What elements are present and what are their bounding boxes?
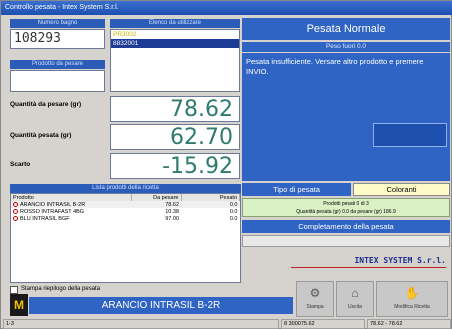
scarto-value: -15.92 bbox=[110, 153, 240, 179]
tipo-pesata-label: Tipo di pesata bbox=[242, 183, 351, 196]
info-line-2: Quantità pesata (gr) 0.0 da pesare (gr) … bbox=[296, 209, 396, 215]
elenco-list[interactable]: PR3002 8832001 bbox=[110, 29, 240, 92]
elenco-item[interactable]: PR3002 bbox=[111, 30, 239, 39]
col-prodotto[interactable]: Prodotto bbox=[11, 194, 132, 201]
col-pesato[interactable]: Pesato bbox=[181, 194, 240, 201]
table-row[interactable]: BLU INTRASIL BGF 97.00 0.0 bbox=[11, 215, 240, 222]
quantita-pesata-label: Quantità pesata (gr) bbox=[10, 132, 72, 139]
row-prodotto: ROSSO INTRAFAST 4BG bbox=[20, 208, 85, 215]
scarto-label: Scarto bbox=[10, 161, 31, 168]
completamento-label: Completamento della pesata bbox=[242, 220, 450, 233]
status-mid: 8 300075.62 bbox=[281, 319, 365, 329]
window-title: Controllo pesata - Intex System S.r.l. bbox=[1, 1, 452, 15]
numero-bagno-label: Numero bagno bbox=[10, 19, 105, 28]
row-prodotto: ARANCIO INTRASIL B-2R bbox=[20, 201, 86, 208]
uscita-button-label: Uscita bbox=[348, 304, 362, 310]
logo-icon: M bbox=[10, 294, 28, 316]
row-da-pesare: 97.00 bbox=[165, 215, 179, 222]
message-text: Pesata insufficiente. Versare altro prod… bbox=[246, 57, 424, 76]
info-panel: Prodotti pesati 0 di 3 Quantità pesata (… bbox=[242, 198, 450, 217]
main-window: Controllo pesata - Intex System S.r.l. N… bbox=[0, 0, 452, 329]
brand-underline bbox=[291, 267, 446, 268]
status-left: 1-3 bbox=[3, 319, 279, 329]
completamento-progress bbox=[242, 235, 450, 247]
lista-prodotti-table[interactable]: Prodotto Da pesare Pesato ARANCIO INTRAS… bbox=[10, 193, 241, 283]
lista-prodotti-title: Lista prodotti della ricetta bbox=[10, 184, 241, 193]
quantita-da-pesare-label: Quantità da pesare (gr) bbox=[10, 101, 82, 108]
table-row[interactable]: ROSSO INTRAFAST 4BG 10.38 0.0 bbox=[11, 208, 240, 215]
row-pesato: 0.0 bbox=[229, 208, 238, 215]
row-pesato: 0.0 bbox=[229, 215, 238, 222]
indicator-box bbox=[373, 123, 447, 147]
prodotto-label: Prodotto da pesare bbox=[10, 60, 105, 69]
stampa-checkbox[interactable] bbox=[10, 286, 18, 294]
row-pesato: 0.0 bbox=[229, 201, 238, 208]
tipo-pesata-value[interactable]: Coloranti bbox=[353, 183, 450, 196]
info-line-1: Prodotti pesati 0 di 3 bbox=[323, 201, 369, 207]
peso-fuori: Peso fuori 0.0 bbox=[242, 42, 450, 52]
elenco-item-selected[interactable]: 8832001 bbox=[111, 39, 239, 48]
printer-icon: ⚙ bbox=[309, 286, 321, 300]
status-dot-icon bbox=[13, 208, 18, 214]
prodotto-field[interactable] bbox=[10, 70, 105, 92]
status-dot-icon bbox=[13, 201, 18, 207]
quantita-pesata-value: 62.70 bbox=[110, 124, 240, 150]
numero-bagno-field[interactable]: 108293 bbox=[10, 29, 105, 49]
modifica-ricetta-label: Modifica Ricetta bbox=[394, 304, 430, 310]
current-product: ARANCIO INTRASIL B-2R bbox=[29, 297, 293, 314]
elenco-label: Elenco da utilizzare bbox=[110, 19, 240, 28]
modifica-ricetta-button[interactable]: ✋ Modifica Ricetta bbox=[376, 281, 448, 317]
brand-text: INTEX SYSTEM S.r.l. bbox=[354, 256, 446, 265]
uscita-button[interactable]: ⌂ Uscita bbox=[336, 281, 374, 317]
pesata-title: Pesata Normale bbox=[242, 18, 450, 40]
stampa-checkbox-label: Stampa riepilogo della pesata bbox=[21, 286, 101, 292]
row-prodotto: BLU INTRASIL BGF bbox=[20, 215, 70, 222]
exit-icon: ⌂ bbox=[351, 286, 359, 300]
quantita-da-pesare-value: 78.62 bbox=[110, 96, 240, 122]
status-dot-icon bbox=[13, 215, 18, 221]
status-right: 78.62 - 78.62 bbox=[367, 319, 451, 329]
table-row[interactable]: ARANCIO INTRASIL B-2R 78.62 0.0 bbox=[11, 201, 240, 208]
hand-icon: ✋ bbox=[404, 286, 420, 300]
row-da-pesare: 10.38 bbox=[165, 208, 179, 215]
col-da-pesare[interactable]: Da pesare bbox=[131, 194, 182, 201]
row-da-pesare: 78.62 bbox=[165, 201, 179, 208]
message-panel: Pesata insufficiente. Versare altro prod… bbox=[242, 53, 450, 181]
stampa-button[interactable]: ⚙ Stampa bbox=[296, 281, 334, 317]
stampa-button-label: Stampa bbox=[306, 304, 324, 310]
